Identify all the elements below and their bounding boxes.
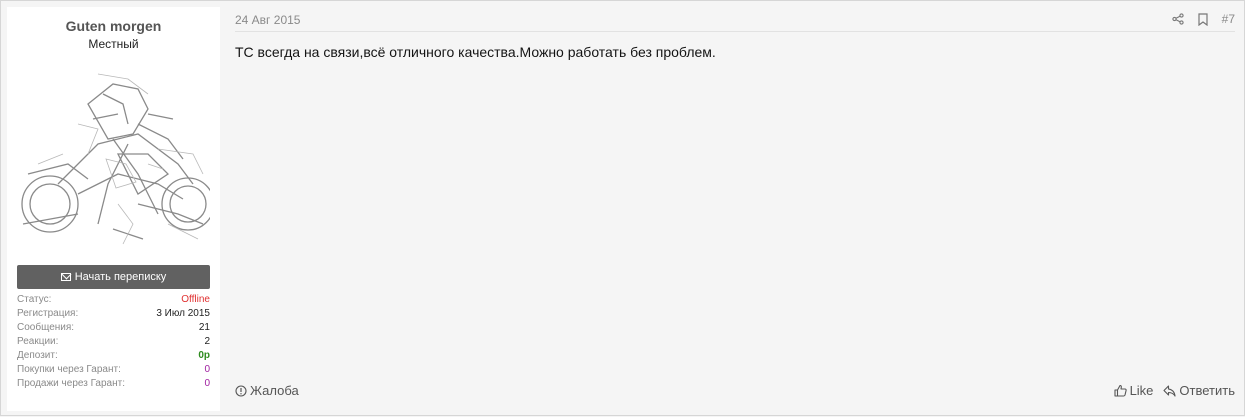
stat-label: Депозит: — [17, 350, 58, 361]
avatar[interactable] — [18, 64, 210, 254]
stat-label: Сообщения: — [17, 322, 75, 333]
report-link[interactable]: Жалоба — [235, 383, 299, 398]
message-header: 24 Авг 2015 #7 — [235, 12, 1235, 32]
stat-label: Реакции: — [17, 336, 59, 347]
post-number[interactable]: #7 — [1222, 12, 1235, 26]
username[interactable]: Guten morgen — [7, 18, 220, 34]
stat-guarantor-sales: Продажи через Гарант: 0 — [17, 377, 210, 391]
post-date[interactable]: 24 Авг 2015 — [235, 13, 300, 27]
stat-messages: Сообщения: 21 — [17, 321, 210, 335]
start-conversation-button[interactable]: Начать переписку — [17, 265, 210, 289]
stat-value: 0р — [198, 350, 210, 361]
stat-value: 3 Июл 2015 — [156, 308, 210, 319]
stat-deposit: Депозит: 0р — [17, 349, 210, 363]
share-icon[interactable] — [1172, 12, 1185, 26]
stat-value[interactable]: 21 — [199, 321, 210, 335]
message-footer: Жалоба Like Ответить — [235, 383, 1235, 401]
thumbs-up-icon — [1114, 384, 1127, 397]
stat-guarantor-purchases: Покупки через Гарант: 0 — [17, 363, 210, 377]
stat-value: 0 — [204, 378, 210, 389]
post-actions: Like Ответить — [1114, 383, 1235, 398]
bookmark-icon[interactable] — [1197, 12, 1210, 26]
user-info-panel: Guten morgen Местный Начать переписку Ст… — [7, 7, 220, 411]
stat-label: Продажи через Гарант: — [17, 378, 125, 389]
message-panel: 24 Авг 2015 #7 ТС всегда на связи,всё от… — [235, 1, 1235, 417]
envelope-icon — [60, 273, 71, 281]
stat-label: Регистрация: — [17, 308, 79, 319]
reply-button[interactable]: Ответить — [1163, 383, 1235, 398]
report-label: Жалоба — [250, 383, 299, 398]
like-label: Like — [1129, 383, 1154, 398]
stat-registration: Регистрация: 3 Июл 2015 — [17, 307, 210, 321]
like-button[interactable]: Like — [1114, 383, 1154, 398]
stat-value: 2 — [204, 336, 210, 347]
stat-status: Статус: Offline — [17, 293, 210, 307]
stat-label: Статус: — [17, 294, 52, 305]
header-actions: #7 — [1172, 12, 1235, 26]
reply-icon — [1163, 384, 1176, 397]
user-title: Местный — [88, 37, 139, 51]
alert-circle-icon — [235, 384, 247, 397]
user-stats: Статус: Offline Регистрация: 3 Июл 2015 … — [17, 293, 210, 391]
reply-label: Ответить — [1179, 383, 1235, 398]
stat-reactions: Реакции: 2 — [17, 335, 210, 349]
start-conversation-label: Начать переписку — [74, 271, 167, 283]
message-body: ТС всегда на связи,всё отличного качеств… — [235, 44, 716, 60]
stat-value: Offline — [181, 294, 210, 305]
stat-value: 0 — [204, 364, 210, 375]
stat-label: Покупки через Гарант: — [17, 364, 121, 375]
forum-post: Guten morgen Местный Начать переписку Ст… — [0, 0, 1245, 416]
